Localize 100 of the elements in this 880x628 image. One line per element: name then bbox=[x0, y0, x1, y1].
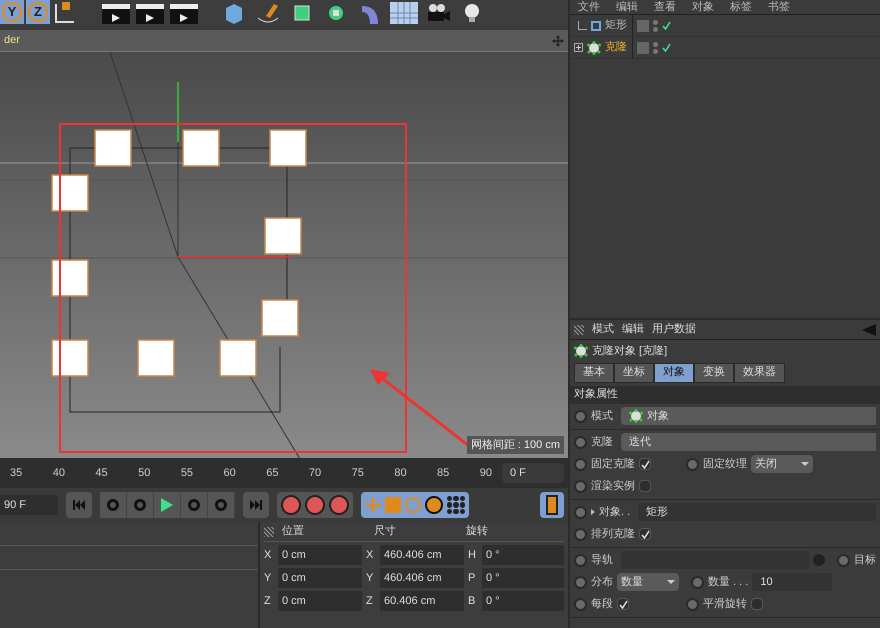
frame-tick-label: 60 bbox=[224, 466, 236, 481]
help-button[interactable] bbox=[329, 495, 349, 515]
menu-item[interactable]: 编辑 bbox=[616, 0, 638, 14]
layer-icon[interactable] bbox=[637, 42, 649, 54]
animation-key-icon[interactable] bbox=[837, 554, 850, 566]
animation-key-icon[interactable] bbox=[686, 458, 699, 470]
back-arrow-icon[interactable] bbox=[862, 324, 876, 336]
menu-item[interactable]: 标签 bbox=[730, 0, 752, 14]
size-field[interactable]: 60.406 cm bbox=[380, 591, 464, 611]
tree-line bbox=[578, 21, 587, 30]
link-field[interactable]: 矩形 bbox=[638, 503, 876, 521]
animation-key-icon[interactable] bbox=[574, 506, 587, 518]
rotation-field[interactable]: 0 ° bbox=[482, 591, 564, 611]
panel-grip-icon bbox=[264, 526, 274, 536]
checkbox[interactable] bbox=[639, 480, 651, 492]
axis-lock-button[interactable]: Z bbox=[26, 0, 50, 24]
rotation-field[interactable]: 0 ° bbox=[482, 568, 564, 588]
size-field[interactable]: 460.406 cm bbox=[380, 545, 464, 565]
layer-icon[interactable] bbox=[637, 20, 649, 32]
position-field[interactable]: 0 cm bbox=[278, 591, 362, 611]
attribute-label: 渲染实例 bbox=[591, 478, 635, 494]
menu-item[interactable]: 模式 bbox=[592, 321, 614, 338]
menu-item[interactable]: 编辑 bbox=[622, 321, 644, 338]
tab[interactable]: 效果器 bbox=[734, 362, 785, 382]
floor-grid-icon[interactable] bbox=[388, 2, 420, 24]
position-field[interactable]: 0 cm bbox=[278, 568, 362, 588]
expand-toggle[interactable] bbox=[574, 43, 583, 52]
column-header: 位置 bbox=[282, 524, 305, 540]
value-field[interactable]: 对象 bbox=[621, 407, 876, 425]
end-frame-field[interactable]: 90 F bbox=[0, 495, 58, 515]
menu-item[interactable]: 对象 bbox=[692, 0, 714, 14]
dropdown[interactable]: 关闭 bbox=[751, 455, 813, 473]
axis-label: Y bbox=[366, 570, 374, 586]
animation-key-icon[interactable] bbox=[686, 598, 699, 610]
clapperboard-icon[interactable] bbox=[134, 2, 166, 24]
parameter-icon[interactable] bbox=[425, 496, 443, 514]
auto-key-button[interactable] bbox=[305, 495, 325, 515]
frame-tick-label: 70 bbox=[308, 466, 322, 481]
attribute-label: 分布 bbox=[591, 574, 613, 590]
tab[interactable]: 对象 bbox=[654, 362, 694, 382]
animation-key-icon[interactable] bbox=[574, 436, 587, 448]
animation-key-icon[interactable] bbox=[574, 576, 587, 588]
tab[interactable]: 基本 bbox=[574, 362, 614, 382]
key-record-button[interactable] bbox=[281, 495, 301, 515]
forward-button[interactable] bbox=[208, 492, 235, 518]
go-to-start-button[interactable] bbox=[66, 492, 92, 518]
animation-key-icon[interactable] bbox=[574, 554, 587, 566]
cloner-icon bbox=[629, 409, 643, 423]
filmstrip-icon[interactable] bbox=[540, 492, 564, 518]
visibility-dots-icon[interactable] bbox=[653, 20, 658, 32]
checkbox[interactable] bbox=[639, 458, 651, 470]
value-field[interactable]: 迭代 bbox=[621, 433, 876, 451]
checkbox[interactable] bbox=[617, 598, 629, 610]
animation-key-icon[interactable] bbox=[574, 410, 587, 422]
menu-item[interactable]: 文件 bbox=[578, 0, 600, 14]
check-icon[interactable] bbox=[662, 43, 671, 52]
rotation-field[interactable]: 0 ° bbox=[482, 545, 564, 565]
clapperboard-icon[interactable] bbox=[168, 2, 200, 24]
menu-item[interactable]: 书签 bbox=[768, 0, 790, 14]
position-field[interactable]: 0 cm bbox=[278, 545, 362, 565]
axis-label: Z bbox=[366, 594, 374, 609]
tab[interactable]: 变换 bbox=[694, 362, 734, 382]
object-name[interactable]: 矩形 bbox=[605, 17, 627, 34]
frame-tick-label: 45 bbox=[95, 466, 108, 481]
axis-lock-button[interactable]: Y bbox=[0, 0, 24, 24]
menu-item[interactable]: 用户数据 bbox=[652, 321, 696, 338]
animation-key-icon[interactable] bbox=[574, 458, 587, 470]
cloner-icon bbox=[574, 344, 588, 358]
dots-grid-icon[interactable] bbox=[447, 496, 465, 514]
animation-key-icon[interactable] bbox=[574, 598, 587, 610]
attribute-label: 数量 . . . bbox=[708, 574, 748, 590]
current-frame-field[interactable]: 0 F bbox=[502, 463, 564, 483]
animation-key-icon[interactable] bbox=[574, 528, 587, 540]
go-to-end-button[interactable] bbox=[243, 492, 269, 518]
object-name[interactable]: 克隆 bbox=[605, 39, 627, 56]
axis-label: P bbox=[468, 570, 476, 586]
play-button[interactable] bbox=[154, 492, 181, 518]
number-field[interactable]: 10 bbox=[752, 573, 832, 591]
size-field[interactable]: 460.406 cm bbox=[380, 568, 464, 588]
tab[interactable]: 坐标 bbox=[614, 362, 654, 382]
caret-icon bbox=[667, 580, 675, 584]
checkbox[interactable] bbox=[639, 528, 651, 540]
panel-grip-icon bbox=[574, 324, 584, 334]
check-icon[interactable] bbox=[662, 21, 671, 30]
menu-item[interactable]: 查看 bbox=[654, 0, 676, 14]
checkbox[interactable] bbox=[751, 598, 763, 610]
step-forward-button[interactable] bbox=[181, 492, 208, 518]
animation-key-icon[interactable] bbox=[574, 480, 587, 492]
clapperboard-icon[interactable] bbox=[100, 2, 132, 24]
coordinate-axes-icon[interactable] bbox=[52, 2, 76, 24]
animation-key-icon[interactable] bbox=[691, 576, 704, 588]
axis-label: X bbox=[264, 548, 272, 563]
attribute-label: 固定克隆 bbox=[591, 456, 635, 472]
attribute-label: 导轨 bbox=[591, 552, 613, 568]
step-back-button[interactable] bbox=[127, 492, 154, 518]
dropdown[interactable]: 数量 bbox=[617, 573, 679, 591]
visibility-dots-icon[interactable] bbox=[653, 42, 658, 54]
viewport[interactable]: 网格间距 : 100 cm bbox=[0, 52, 568, 458]
rewind-button[interactable] bbox=[100, 492, 127, 518]
move-icon[interactable] bbox=[552, 34, 564, 46]
